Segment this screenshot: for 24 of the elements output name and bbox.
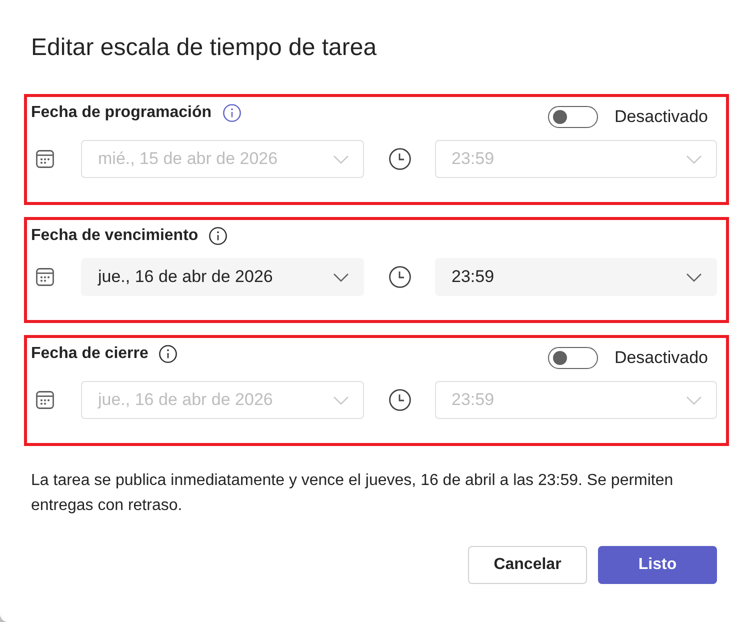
cancel-button[interactable]: Cancelar — [468, 546, 587, 584]
chevron-down-icon — [332, 272, 348, 282]
dialog-title: Editar escala de tiempo de tarea — [31, 33, 378, 63]
field-label: Fecha de cierre — [31, 344, 148, 364]
calendar-icon — [36, 391, 54, 409]
clock-icon — [388, 389, 410, 411]
calendar-icon — [36, 150, 54, 168]
description-text: La tarea se publica inmediatamente y vence el jueves, 16 de abril a las 23:59. Se permiten entregas con retraso. — [31, 471, 674, 516]
time-dropdown[interactable]: 23:59 — [434, 258, 717, 296]
date-dropdown[interactable]: jue., 16 de abr de 2026 — [81, 258, 364, 296]
calendar-icon — [36, 268, 54, 286]
field-label: Fecha de programación — [31, 103, 212, 123]
chevron-down-icon — [332, 396, 348, 404]
info-icon[interactable] — [209, 227, 228, 245]
chevron-down-icon — [686, 272, 702, 282]
chevron-down-icon — [686, 154, 702, 164]
chevron-down-icon — [332, 154, 348, 164]
field-label: Fecha de vencimiento — [31, 226, 198, 246]
chevron-down-icon — [686, 396, 702, 404]
toggle-label: Desactivado — [614, 347, 708, 369]
done-button[interactable]: Listo — [598, 546, 717, 584]
toggle-label: Desactivado — [614, 106, 708, 128]
clock-icon — [388, 266, 410, 288]
clock-icon — [388, 148, 410, 170]
